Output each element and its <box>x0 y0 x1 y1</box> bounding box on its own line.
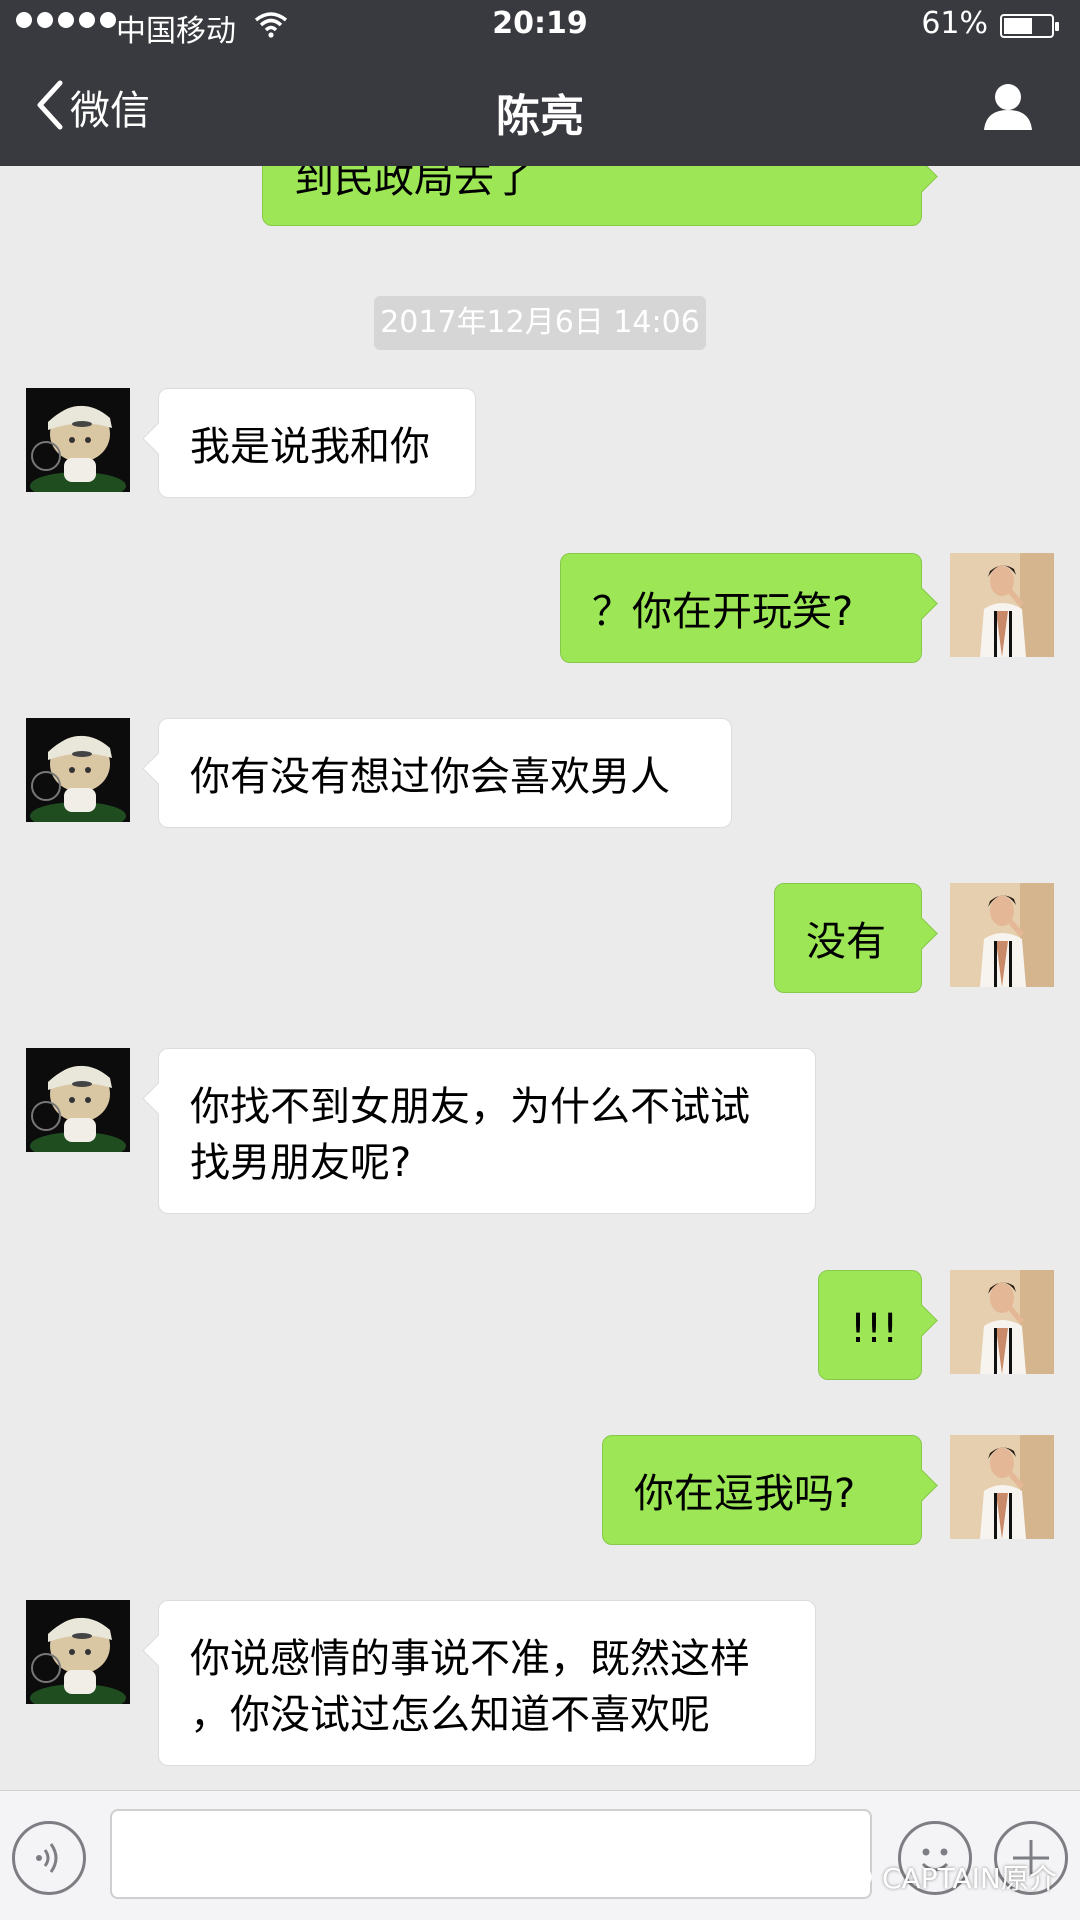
wechat-logo-icon <box>830 1856 874 1897</box>
timestamp-label: 2017年12月6日 14:06 <box>374 296 706 350</box>
header: 中国移动 20:19 61% 微信 陈亮 <box>0 0 1080 166</box>
message-text: 没有 <box>806 919 886 965</box>
battery-fill <box>1004 18 1032 34</box>
battery-icon <box>1000 14 1059 38</box>
message-text: !!! <box>850 1306 899 1352</box>
message-text: 你在逗我吗? <box>634 1471 856 1517</box>
contact-avatar[interactable] <box>26 1048 130 1152</box>
nav-bar: 微信 陈亮 <box>0 52 1080 166</box>
page-title: 陈亮 <box>496 91 584 142</box>
watermark: CAPTAIN原介 <box>830 1856 1057 1897</box>
my-avatar[interactable] <box>950 1270 1054 1374</box>
contact-avatar[interactable] <box>26 388 130 492</box>
status-bar: 中国移动 20:19 61% <box>0 0 1080 52</box>
chat-bubble-incoming[interactable]: 我是说我和你 <box>158 388 476 498</box>
contact-avatar[interactable] <box>26 718 130 822</box>
chat-bubble-incoming[interactable]: 你找不到女朋友，为什么不试试 找男朋友呢? <box>158 1048 816 1214</box>
my-avatar[interactable] <box>950 553 1054 657</box>
my-avatar[interactable] <box>950 1435 1054 1539</box>
voice-button[interactable] <box>12 1821 86 1895</box>
input-bar <box>0 1790 1080 1920</box>
message-text: ？你在开玩笑? <box>592 589 854 635</box>
message-input[interactable] <box>110 1809 872 1899</box>
my-avatar[interactable] <box>950 883 1054 987</box>
battery-percent: 61% <box>921 6 988 41</box>
chat-bubble-outgoing[interactable]: 你在逗我吗? <box>602 1435 922 1545</box>
chat-bubble-outgoing[interactable]: 没有 <box>774 883 922 993</box>
chat-bubble-outgoing[interactable]: ？你在开玩笑? <box>560 553 922 663</box>
message-text: 我是说我和你 <box>190 424 430 470</box>
message-text: 你有没有想过你会喜欢男人 <box>190 754 670 800</box>
chat-area[interactable]: 到民政局去了 2017年12月6日 14:06 我是说我和你 ？你在开玩笑? 你… <box>0 0 1080 1790</box>
message-text: 你说感情的事说不准，既然这样 ，你没试过怎么知道不喜欢呢 <box>190 1636 750 1738</box>
watermark-text: CAPTAIN原介 <box>882 1861 1057 1895</box>
contact-avatar[interactable] <box>26 1600 130 1704</box>
message-text: 你找不到女朋友，为什么不试试 找男朋友呢? <box>190 1084 750 1186</box>
chat-bubble-outgoing[interactable]: !!! <box>818 1270 922 1380</box>
person-icon[interactable] <box>982 82 1034 136</box>
voice-icon <box>15 1843 83 1896</box>
clock: 20:19 <box>492 6 588 41</box>
chat-bubble-incoming[interactable]: 你说感情的事说不准，既然这样 ，你没试过怎么知道不喜欢呢 <box>158 1600 816 1766</box>
chat-bubble-incoming[interactable]: 你有没有想过你会喜欢男人 <box>158 718 732 828</box>
